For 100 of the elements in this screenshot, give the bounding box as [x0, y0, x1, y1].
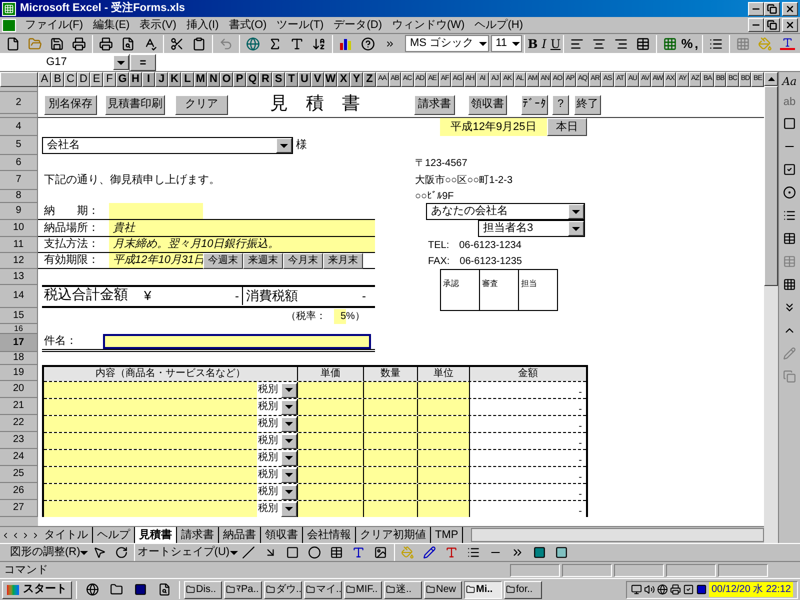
taskbar-button[interactable]: MIF..	[344, 580, 382, 598]
new-file-icon[interactable]	[6, 36, 20, 50]
line-style-icon[interactable]	[467, 546, 480, 559]
row-header[interactable]: 15	[0, 308, 38, 324]
sheet-tab[interactable]: 見積書	[135, 527, 177, 543]
menu-item[interactable]: 表示(V)	[134, 16, 182, 34]
taskbar-button[interactable]: ﾏPa..	[224, 580, 262, 598]
date-field[interactable]: 平成12年9月25日	[440, 118, 547, 136]
input-cell[interactable]	[363, 416, 417, 432]
subject-field[interactable]	[103, 334, 371, 349]
row-header[interactable]: 10	[0, 220, 38, 237]
minimize-button[interactable]	[748, 2, 764, 16]
input-cell[interactable]	[363, 501, 417, 517]
input-cell[interactable]	[363, 467, 417, 483]
column-header[interactable]: W	[324, 72, 337, 87]
input-cell[interactable]	[417, 450, 469, 466]
select-all-corner[interactable]	[0, 72, 38, 87]
row-header[interactable]: 26	[0, 483, 38, 500]
sort-icon[interactable]	[312, 36, 326, 50]
print-preview-icon[interactable]	[121, 36, 135, 50]
taskbar-button[interactable]: New	[424, 580, 462, 598]
row-header[interactable]: 9	[0, 203, 38, 220]
bold-button[interactable]: B	[526, 34, 538, 52]
fill-color-icon[interactable]	[401, 546, 414, 559]
tax-rate-field[interactable]: 5	[334, 308, 346, 324]
comma-button[interactable]: ,	[692, 34, 700, 54]
column-header[interactable]: B	[51, 72, 64, 87]
date-shortcut-button[interactable]: 今月末	[283, 252, 323, 268]
percent-button[interactable]: %	[681, 34, 693, 54]
align-center-icon[interactable]	[592, 36, 606, 50]
input-cell[interactable]	[297, 501, 363, 517]
start-button[interactable]: スタート	[2, 580, 72, 598]
folder-icon[interactable]	[110, 583, 122, 596]
taskbar-button[interactable]: マイ..	[304, 580, 342, 598]
fill-color-icon[interactable]	[758, 36, 772, 50]
italic-button[interactable]: I	[538, 34, 550, 52]
column-header[interactable]: Y	[350, 72, 363, 87]
input-cell[interactable]	[297, 484, 363, 500]
menu-item[interactable]: 挿入(I)	[181, 16, 224, 34]
printer-icon[interactable]	[670, 584, 682, 595]
scroll-thumb[interactable]	[764, 86, 778, 286]
input-cell[interactable]	[297, 433, 363, 449]
label-tool[interactable]: Aa	[782, 74, 797, 90]
input-cell[interactable]	[297, 416, 363, 432]
input-cell[interactable]	[297, 467, 363, 483]
input-cell[interactable]	[417, 467, 469, 483]
indent-icon[interactable]	[709, 36, 724, 50]
menu-item[interactable]: 書式(O)	[224, 16, 272, 34]
column-header[interactable]: T	[285, 72, 298, 87]
item-cell[interactable]	[44, 467, 257, 483]
tax-select[interactable]: 税別	[257, 399, 297, 415]
scroll-up-button[interactable]	[764, 72, 778, 86]
taskbar-button[interactable]: Mi..	[464, 580, 502, 598]
column-header[interactable]: P	[233, 72, 246, 87]
column-header[interactable]: S	[272, 72, 285, 87]
sheet-button[interactable]: クリア	[175, 94, 228, 114]
horizontal-scrollbar[interactable]	[471, 528, 764, 542]
pointer-icon[interactable]	[92, 546, 106, 559]
person-select[interactable]: 担当者名3	[478, 220, 585, 237]
taskbar-button[interactable]: ダウ..	[264, 580, 302, 598]
row-header[interactable]: 5	[0, 136, 38, 155]
column-header[interactable]: Q	[246, 72, 259, 87]
field-value[interactable]	[109, 203, 203, 219]
square-icon[interactable]	[696, 584, 708, 595]
field-value[interactable]: 貴社	[109, 220, 375, 236]
taskbar-button[interactable]: for..	[504, 580, 542, 598]
restore-button[interactable]	[764, 2, 780, 16]
underline-button[interactable]: U	[550, 34, 562, 52]
text-box-icon[interactable]	[330, 546, 344, 559]
3d-icon[interactable]	[555, 546, 568, 559]
restore-button[interactable]	[764, 18, 780, 32]
radio-button-icon[interactable]	[783, 186, 796, 198]
row-header[interactable]: 8	[0, 190, 38, 203]
menu-item[interactable]: データ(D)	[328, 16, 387, 34]
field-value[interactable]: 月末締め。翌々月10日銀行振込。	[109, 237, 375, 252]
row-header[interactable]: 24	[0, 449, 38, 466]
row-header[interactable]: 2	[0, 92, 38, 114]
sheet-button[interactable]: ?	[552, 94, 569, 114]
line-icon[interactable]	[242, 546, 256, 559]
combo-box-icon[interactable]	[783, 232, 796, 244]
menu-item[interactable]: ヘルプ(H)	[470, 16, 528, 34]
group-box-icon[interactable]	[783, 116, 796, 130]
row-header[interactable]: 13	[0, 269, 38, 285]
column-header[interactable]: U	[298, 72, 311, 87]
row-header[interactable]: 19	[0, 365, 38, 381]
sheet-button[interactable]: 終了	[574, 94, 601, 114]
tax-select[interactable]: 税別	[257, 416, 297, 432]
help-icon[interactable]	[361, 36, 375, 50]
list-box-icon[interactable]	[783, 208, 796, 222]
input-cell[interactable]	[417, 382, 469, 398]
column-header[interactable]: D	[77, 72, 90, 87]
search-icon[interactable]	[158, 583, 170, 596]
function-icon[interactable]	[290, 36, 304, 50]
item-cell[interactable]	[44, 399, 257, 415]
row-header[interactable]: 11	[0, 237, 38, 253]
checkbox-icon[interactable]	[683, 584, 694, 595]
app-icon[interactable]	[134, 583, 146, 596]
close-button[interactable]	[782, 2, 798, 16]
more-icon[interactable]	[385, 38, 395, 48]
spelling-icon[interactable]	[143, 36, 157, 50]
